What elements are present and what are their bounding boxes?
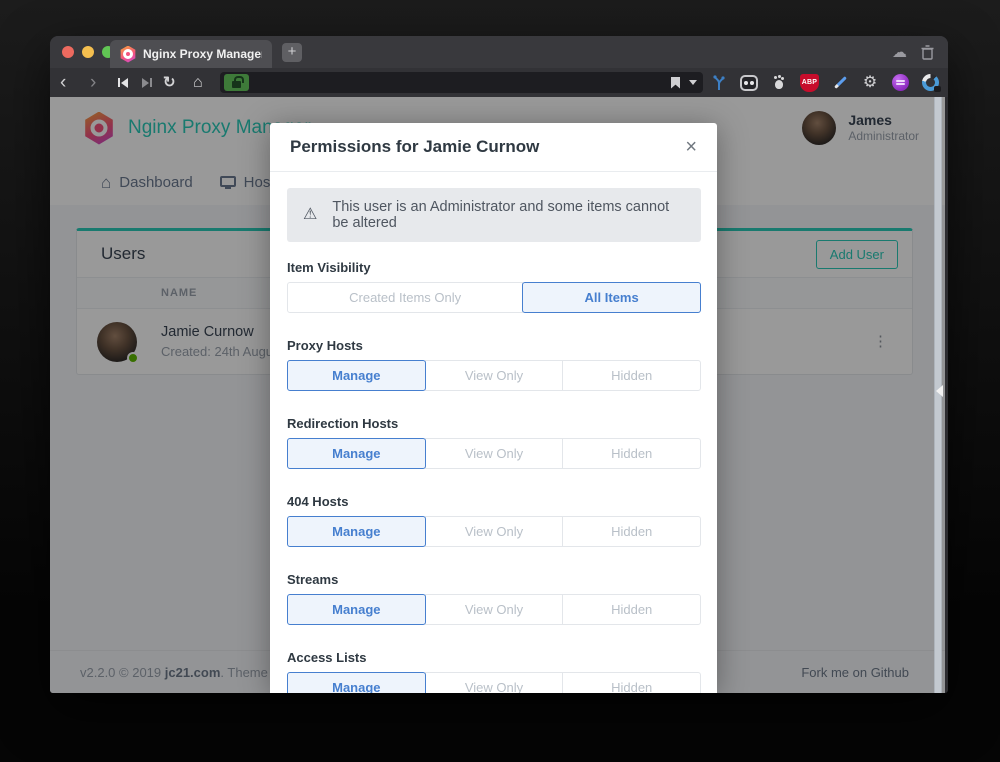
seg-option-view-only[interactable]: View Only (425, 672, 564, 693)
section-label: Streams (287, 572, 701, 587)
segmented-group: Created Items OnlyAll Items (287, 282, 701, 313)
footprint-icon[interactable] (770, 74, 788, 92)
favicon-npm-icon (120, 46, 136, 63)
close-icon[interactable]: × (685, 137, 697, 157)
segmented-group: ManageView OnlyHidden (287, 360, 701, 391)
segmented-group: ManageView OnlyHidden (287, 672, 701, 693)
section-label: Proxy Hosts (287, 338, 701, 353)
admin-warning-alert: ⚠ This user is an Administrator and some… (287, 188, 701, 242)
section-label: Access Lists (287, 650, 701, 665)
extension-icons: ABP ⚙ (710, 68, 939, 97)
privacy-ring-icon[interactable] (921, 74, 939, 92)
seg-option-view-only[interactable]: View Only (425, 360, 564, 391)
forward-button[interactable]: › (90, 73, 96, 92)
cloud-sync-icon[interactable]: ☁ (892, 45, 907, 60)
permission-section: Streams ManageView OnlyHidden (287, 572, 701, 625)
page-viewport: Nginx Proxy Manager James Administrator … (50, 97, 945, 693)
section-label: Item Visibility (287, 260, 701, 275)
modal-title: Permissions for Jamie Curnow (290, 137, 539, 157)
gear-icon[interactable]: ⚙ (861, 74, 879, 92)
seg-option-view-only[interactable]: View Only (425, 438, 564, 469)
browser-titlebar: Nginx Proxy Manager + ☁ (50, 36, 948, 68)
sidebar-reveal-arrow-icon[interactable] (936, 385, 943, 397)
purple-orb-icon[interactable] (891, 74, 909, 92)
address-bar[interactable] (220, 72, 703, 93)
permission-sections: Item Visibility Created Items OnlyAll Ite… (287, 260, 701, 693)
minimize-window-button[interactable] (82, 46, 94, 58)
seg-option-manage[interactable]: Manage (287, 672, 426, 693)
browser-window: Nginx Proxy Manager + ☁ ‹ › ↻ ⌂ (50, 36, 948, 693)
section-label: Redirection Hosts (287, 416, 701, 431)
browser-tab[interactable]: Nginx Proxy Manager (110, 40, 272, 68)
seg-option-created-items-only[interactable]: Created Items Only (287, 282, 523, 313)
permission-section: 404 Hosts ManageView OnlyHidden (287, 494, 701, 547)
close-window-button[interactable] (62, 46, 74, 58)
section-label: 404 Hosts (287, 494, 701, 509)
permissions-modal: Permissions for Jamie Curnow × ⚠ This us… (270, 123, 717, 693)
warning-triangle-icon: ⚠ (303, 207, 317, 223)
seg-option-view-only[interactable]: View Only (425, 594, 564, 625)
bookmark-icon[interactable] (671, 77, 680, 89)
seg-option-all-items[interactable]: All Items (522, 282, 701, 313)
seg-option-view-only[interactable]: View Only (425, 516, 564, 547)
permission-section: Access Lists ManageView OnlyHidden (287, 650, 701, 693)
tab-title: Nginx Proxy Manager (143, 47, 262, 61)
seg-option-hidden[interactable]: Hidden (562, 438, 701, 469)
browser-toolbar: ‹ › ↻ ⌂ AB (50, 68, 948, 97)
seg-option-hidden[interactable]: Hidden (562, 594, 701, 625)
trash-icon[interactable] (921, 45, 934, 60)
seg-option-manage[interactable]: Manage (287, 516, 426, 547)
seg-option-hidden[interactable]: Hidden (562, 516, 701, 547)
permission-section: Item Visibility Created Items OnlyAll Ite… (287, 260, 701, 313)
seg-option-hidden[interactable]: Hidden (562, 672, 701, 693)
alert-text: This user is an Administrator and some i… (332, 199, 685, 231)
seg-option-manage[interactable]: Manage (287, 594, 426, 625)
skip-to-end-button[interactable] (142, 78, 152, 88)
adblock-plus-icon[interactable]: ABP (800, 74, 819, 92)
branch-icon[interactable] (710, 74, 728, 92)
seg-option-hidden[interactable]: Hidden (562, 360, 701, 391)
segmented-group: ManageView OnlyHidden (287, 516, 701, 547)
new-tab-button[interactable]: + (282, 43, 302, 62)
segmented-group: ManageView OnlyHidden (287, 594, 701, 625)
seg-option-manage[interactable]: Manage (287, 360, 426, 391)
segmented-group: ManageView OnlyHidden (287, 438, 701, 469)
back-button[interactable]: ‹ (60, 73, 66, 92)
stylus-pen-icon[interactable] (831, 74, 849, 92)
seg-option-manage[interactable]: Manage (287, 438, 426, 469)
bookmark-dropdown-caret-icon[interactable] (689, 80, 697, 85)
permission-section: Proxy Hosts ManageView OnlyHidden (287, 338, 701, 391)
home-button[interactable]: ⌂ (193, 75, 203, 91)
traffic-lights (62, 46, 114, 58)
reload-button[interactable]: ↻ (163, 75, 176, 90)
permission-section: Redirection Hosts ManageView OnlyHidden (287, 416, 701, 469)
container-goggles-icon[interactable] (740, 74, 758, 92)
https-lock-icon[interactable] (224, 74, 249, 91)
skip-to-start-button[interactable] (118, 78, 128, 88)
